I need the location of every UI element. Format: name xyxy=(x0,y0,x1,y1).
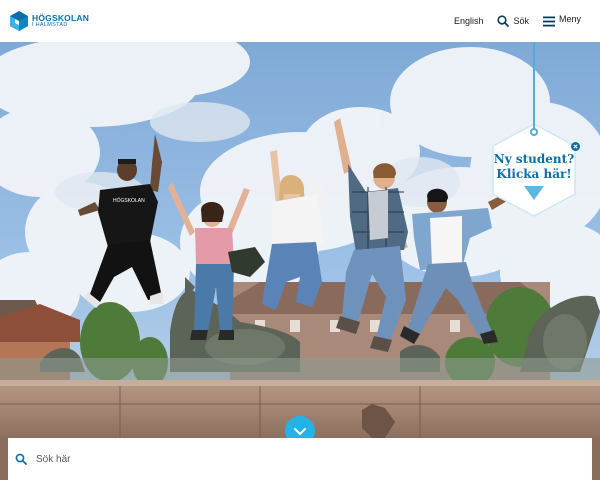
hero-section: HÖGSKOLAN Ny student? Klicka här! xyxy=(0,42,600,480)
search-icon xyxy=(15,453,27,465)
promo-line-1: Ny student? xyxy=(493,152,575,166)
promo-line-2: Klicka här! xyxy=(496,167,572,181)
promo-close-button[interactable] xyxy=(571,142,580,151)
site-logo[interactable]: HÖGSKOLAN I HALMSTAD xyxy=(10,9,89,33)
close-icon xyxy=(573,144,578,149)
promo-connector-dot xyxy=(530,128,538,136)
language-link[interactable]: English xyxy=(454,16,484,26)
search-bar xyxy=(8,438,592,480)
menu-button[interactable]: Meny xyxy=(542,14,581,27)
menu-icon xyxy=(542,16,555,26)
promo-connector-line xyxy=(533,42,535,132)
search-label: Sök xyxy=(513,16,529,26)
logo-text: HÖGSKOLAN I HALMSTAD xyxy=(32,12,90,29)
site-header: HÖGSKOLAN I HALMSTAD English Sök Meny xyxy=(0,0,600,42)
header-search-button[interactable]: Sök xyxy=(497,15,529,27)
svg-text:HÖGSKOLAN: HÖGSKOLAN xyxy=(113,197,145,204)
search-icon xyxy=(497,15,510,27)
logo-line-1: HÖGSKOLAN xyxy=(32,12,90,23)
logo-mark-icon xyxy=(10,11,28,31)
new-student-promo[interactable]: Ny student? Klicka här! xyxy=(491,122,577,218)
hero-image: HÖGSKOLAN xyxy=(0,42,600,480)
promo-text: Ny student? Klicka här! xyxy=(491,152,577,182)
search-input[interactable] xyxy=(36,453,556,465)
menu-label: Meny xyxy=(558,14,581,24)
logo-line-2: I HALMSTAD xyxy=(32,22,68,28)
header-nav: English Sök Meny xyxy=(454,0,600,42)
